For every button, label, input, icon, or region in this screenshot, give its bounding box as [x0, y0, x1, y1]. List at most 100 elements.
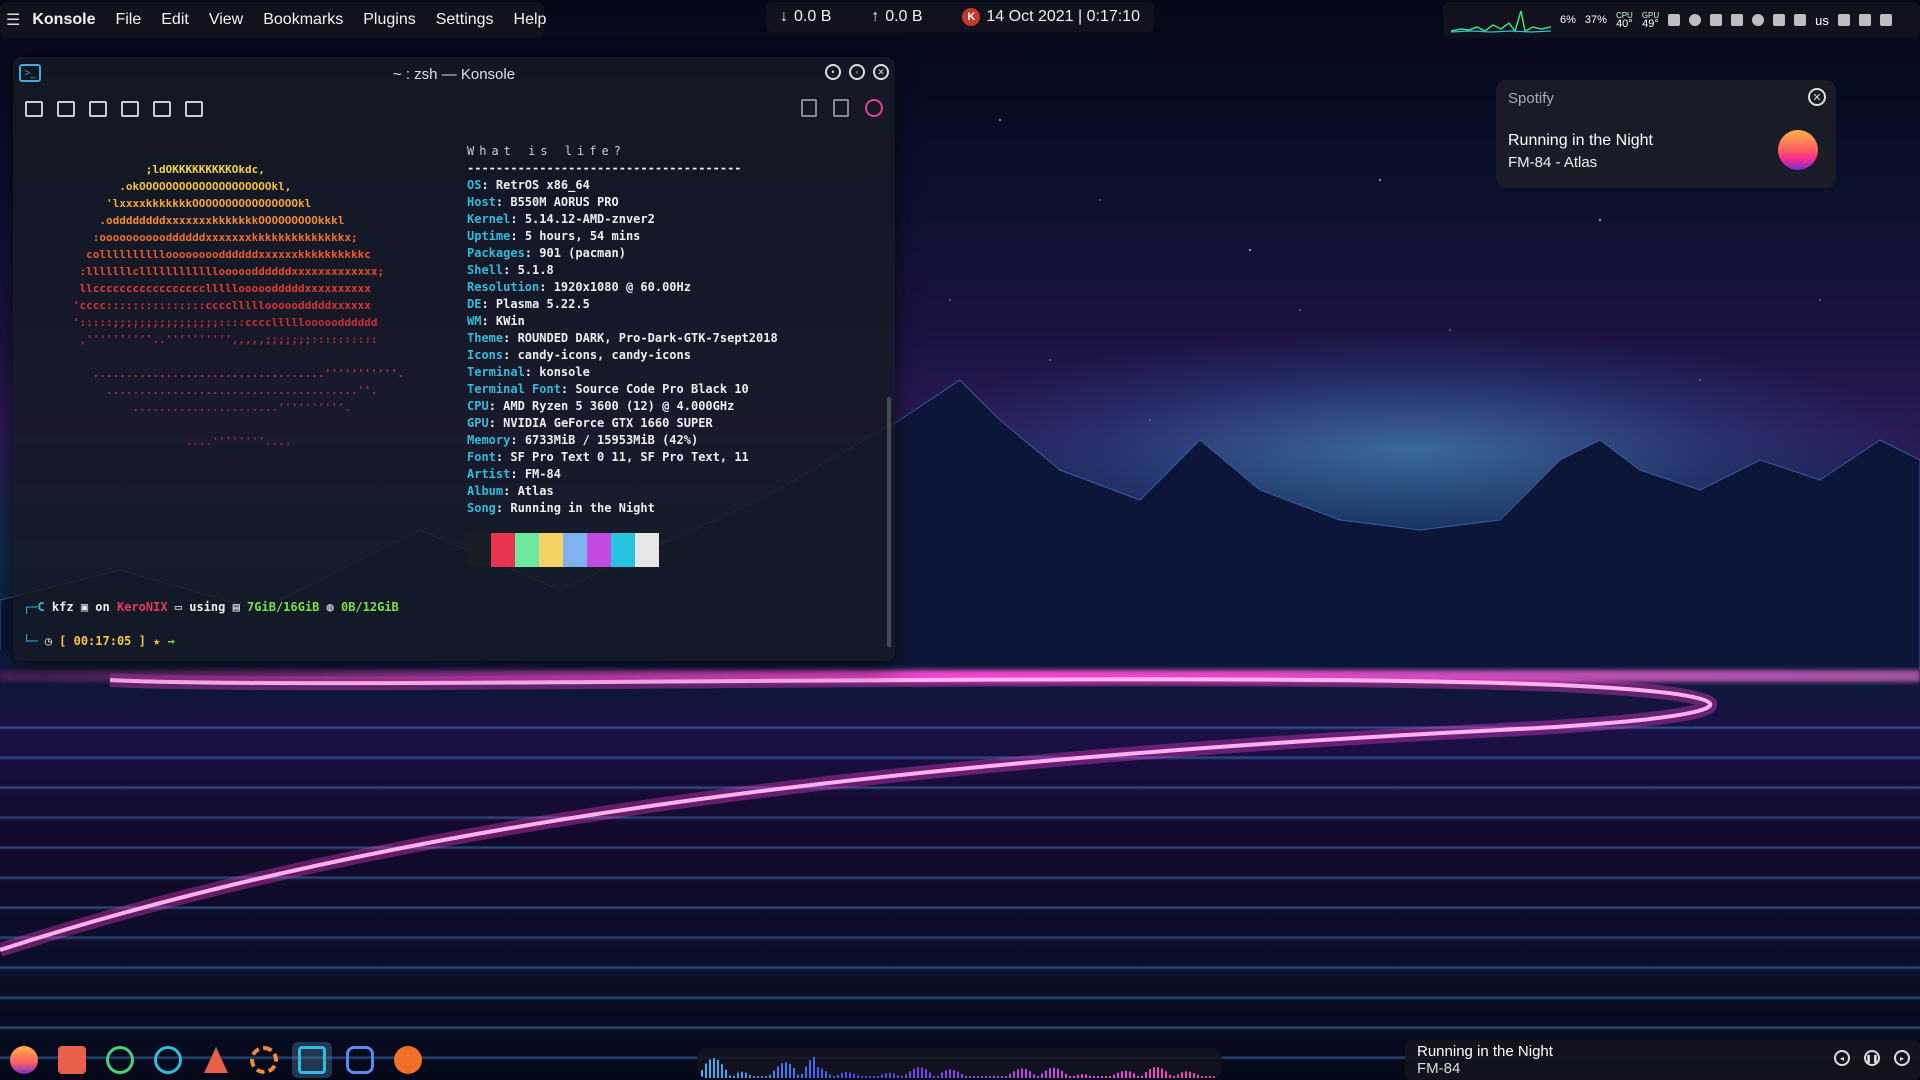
memory-usage[interactable]: 37% [1585, 14, 1607, 25]
visualizer-bar [817, 1067, 819, 1078]
upload-arrow-icon: ↑ [871, 8, 880, 25]
notification-close-icon[interactable]: ✕ [1808, 88, 1826, 106]
neofetch-field-value: 901 (pacman) [539, 246, 626, 260]
weather-tray-icon[interactable] [1689, 14, 1702, 26]
neofetch-field: Shell: 5.1.8 [467, 262, 778, 279]
window-titlebar[interactable]: >_ ~ : zsh — Konsole • ◦ ✕ [13, 57, 895, 91]
visualizer-bar [1173, 1076, 1175, 1078]
clipboard-tray-icon[interactable] [1731, 14, 1744, 26]
visualizer-bar [1025, 1069, 1027, 1078]
dock-brave[interactable] [388, 1042, 428, 1078]
visualizer-bar [733, 1075, 735, 1078]
dock-konsole[interactable] [292, 1042, 332, 1078]
split-auto-icon[interactable] [121, 101, 139, 117]
neofetch-field: GPU: NVIDIA GeForce GTX 1660 SUPER [467, 415, 778, 432]
visualizer-bar [1013, 1071, 1015, 1078]
visualizer-bar [917, 1067, 919, 1078]
clock[interactable]: K 14 Oct 2021 | 0:17:10 [962, 8, 1140, 26]
hamburger-menu-icon[interactable]: ☰ [6, 10, 20, 30]
system-load-graph[interactable] [1451, 7, 1551, 33]
split-left-right-icon[interactable] [57, 101, 75, 117]
swap-icon: ◍ [326, 600, 341, 614]
previous-track-icon[interactable]: ◂ [1834, 1050, 1850, 1066]
split-top-bottom-icon[interactable] [89, 101, 107, 117]
paste-icon[interactable] [833, 99, 849, 117]
keyboard-layout[interactable]: us [1815, 13, 1829, 28]
dock-discord[interactable] [340, 1042, 380, 1078]
palette-swatch [491, 533, 515, 567]
close-button[interactable]: ✕ [873, 64, 889, 80]
menu-plugins[interactable]: Plugins [363, 11, 415, 29]
visualizer-bar [805, 1066, 807, 1078]
network-tray-icon[interactable] [1837, 14, 1850, 26]
dock-settings[interactable] [244, 1042, 284, 1078]
next-track-icon[interactable]: ▸ [1894, 1050, 1910, 1066]
dock-store[interactable] [148, 1042, 188, 1078]
discord-tray-icon[interactable] [1710, 14, 1723, 26]
visualizer-bar [1177, 1074, 1179, 1078]
battery-tray-icon[interactable] [1794, 14, 1807, 26]
visualizer-bar [853, 1073, 855, 1078]
neofetch-field: Uptime: 5 hours, 54 mins [467, 228, 778, 245]
cone-icon [204, 1047, 228, 1073]
terminal-scrollbar[interactable] [887, 397, 891, 647]
minimize-button[interactable]: • [825, 64, 841, 80]
show-desktop-icon[interactable] [1879, 14, 1892, 26]
settings-tray-icon[interactable] [1668, 14, 1681, 26]
split-columns-icon[interactable] [153, 101, 171, 117]
now-playing-widget[interactable]: Running in the Night FM-84 ◂ ❚❚ ▸ [1405, 1040, 1920, 1080]
display-tray-icon[interactable] [1858, 14, 1871, 26]
cpu-temp[interactable]: CPU 40° [1616, 11, 1633, 30]
visualizer-bar [1189, 1071, 1191, 1078]
pause-icon[interactable]: ❚❚ [1864, 1050, 1880, 1066]
copy-icon[interactable] [801, 99, 817, 117]
spotify-notification[interactable]: Spotify ✕ Running in the Night FM-84 - A… [1496, 80, 1836, 188]
dock-files[interactable] [52, 1042, 92, 1078]
neofetch-field-value: Atlas [517, 484, 554, 498]
neofetch-field: Terminal Font: Source Code Pro Black 10 [467, 381, 778, 398]
ascii-logo-line: .oddddddddxxxxxxxkkkkkkkOOOOOOOOOkkkl [53, 214, 345, 227]
konsole-toolbar-right [801, 99, 883, 117]
menu-file[interactable]: File [115, 11, 141, 29]
visualizer-bar [913, 1068, 915, 1078]
menu-edit[interactable]: Edit [161, 11, 189, 29]
notifications-tray-icon[interactable] [1752, 14, 1765, 26]
visualizer-bar [1197, 1074, 1199, 1078]
menu-settings[interactable]: Settings [436, 11, 494, 29]
network-upload[interactable]: ↑ 0.0 B [871, 8, 922, 26]
split-rows-icon[interactable] [185, 101, 203, 117]
visualizer-bar [933, 1076, 935, 1078]
visualizer-bar [741, 1071, 743, 1078]
visualizer-bar [705, 1063, 707, 1078]
cpu-usage[interactable]: 6% [1560, 14, 1576, 25]
neofetch-header: What is life? [467, 144, 626, 158]
maximize-button[interactable]: ◦ [849, 64, 865, 80]
neofetch-field-colon: : [503, 263, 518, 277]
konsole-app-icon[interactable]: >_ [19, 64, 41, 82]
search-icon[interactable] [865, 99, 883, 117]
visualizer-bar [993, 1075, 995, 1078]
dock-installer[interactable] [196, 1042, 236, 1078]
dock-spotify[interactable] [100, 1042, 140, 1078]
gpu-temp[interactable]: GPU 49° [1642, 11, 1659, 30]
visualizer-bar [725, 1069, 727, 1078]
dock-launcher[interactable] [4, 1042, 44, 1078]
menu-bookmarks[interactable]: Bookmarks [263, 11, 343, 29]
menu-view[interactable]: View [209, 11, 243, 29]
neofetch-field-colon: : [495, 195, 511, 209]
neofetch-field-key: Icons [467, 348, 504, 362]
menu-help[interactable]: Help [514, 11, 547, 29]
visualizer-bar [793, 1068, 795, 1078]
window-title: ~ : zsh — Konsole [392, 65, 516, 83]
new-tab-icon[interactable] [25, 101, 43, 117]
palette-swatch [515, 533, 539, 567]
neofetch-field-key: DE [467, 297, 482, 311]
network-clock-panel: ↓ 0.0 B ↑ 0.0 B K 14 Oct 2021 | 0:17:10 [766, 2, 1154, 32]
network-download[interactable]: ↓ 0.0 B [780, 8, 831, 26]
visualizer-bar [1129, 1071, 1131, 1078]
terminal-area[interactable]: ;ldOKKKKKKKKKOkdc, .okOOOOOOOOOOOOOOOOOO… [13, 139, 883, 659]
neofetch-field-key: OS [467, 178, 482, 192]
download-arrow-icon: ↓ [780, 8, 788, 25]
volume-tray-icon[interactable] [1773, 14, 1786, 26]
menu-app-name[interactable]: Konsole [32, 11, 95, 29]
